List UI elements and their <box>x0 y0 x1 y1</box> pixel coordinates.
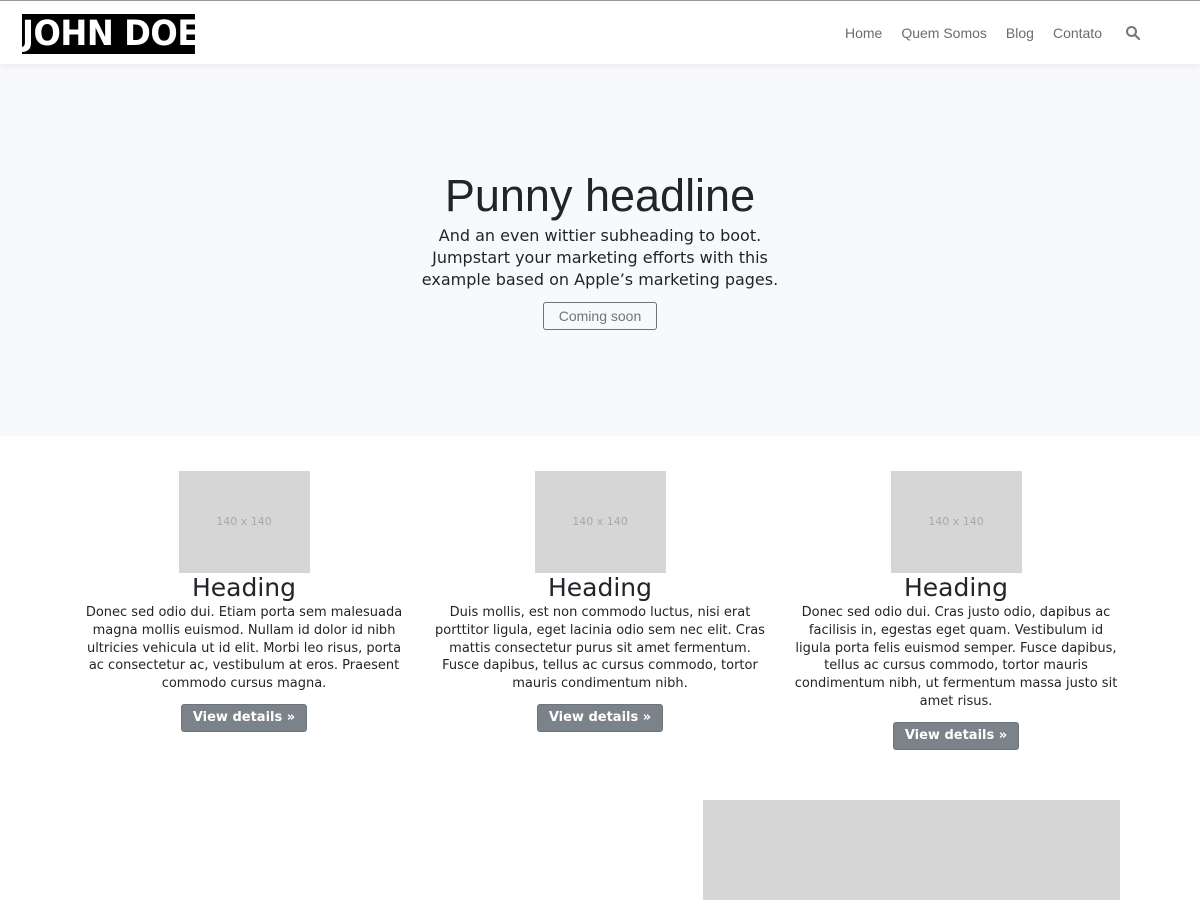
feature-heading: Heading <box>191 573 297 602</box>
feature-image-placeholder: 140 x 140 <box>890 471 1022 573</box>
navbar: JOHN DOE Home Quem Somos Blog Contato <box>0 0 1200 64</box>
view-details-button[interactable]: View details » <box>180 703 308 732</box>
feature-text: Donec sed odio dui. Etiam porta sem male… <box>85 605 403 692</box>
site-logo[interactable]: JOHN DOE <box>22 14 199 54</box>
hero-section: Punny headline And an even wittier subhe… <box>0 64 1200 436</box>
hero-headline: Punny headline <box>444 170 756 221</box>
feature-text: Donec sed odio dui. Cras justo odio, dap… <box>794 605 1118 709</box>
nav-link-blog[interactable]: Blog <box>1006 25 1034 41</box>
search-icon[interactable] <box>1125 25 1141 41</box>
feature-heading: Heading <box>547 573 653 602</box>
feature-column-3: 140 x 140 Heading Donec sed odio dui. Cr… <box>786 471 1126 750</box>
nav-link-contato[interactable]: Contato <box>1053 25 1102 41</box>
nav-link-quem-somos[interactable]: Quem Somos <box>901 25 987 41</box>
hero-subheading: And an even wittier subheading to boot. … <box>421 226 779 289</box>
feature-image-placeholder: 140 x 140 <box>534 471 666 573</box>
feature-column-1: 140 x 140 Heading Donec sed odio dui. Et… <box>74 471 414 732</box>
coming-soon-button[interactable]: Coming soon <box>543 302 657 330</box>
featurette-image-placeholder <box>703 800 1120 900</box>
feature-image-placeholder: 140 x 140 <box>178 471 310 573</box>
nav-links: Home Quem Somos Blog Contato <box>845 23 1200 43</box>
view-details-button[interactable]: View details » <box>892 721 1020 750</box>
view-details-button[interactable]: View details » <box>536 703 664 732</box>
feature-column-2: 140 x 140 Heading Duis mollis, est non c… <box>430 471 770 732</box>
feature-text: Duis mollis, est non commodo luctus, nis… <box>435 605 765 692</box>
nav-link-home[interactable]: Home <box>845 25 882 41</box>
feature-heading: Heading <box>903 573 1009 602</box>
